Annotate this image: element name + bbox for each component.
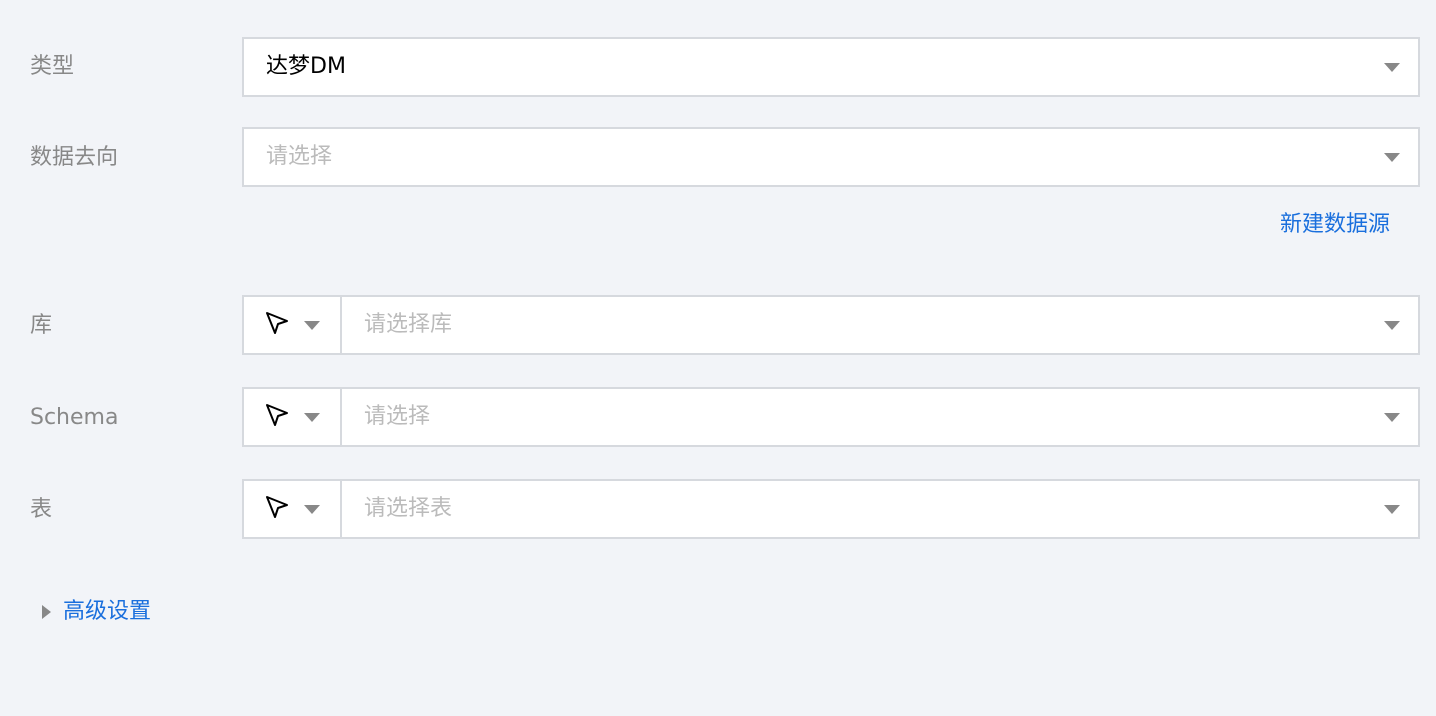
database-select-placeholder: 请选择库 (364, 312, 453, 337)
chevron-down-icon (1384, 152, 1400, 162)
caret-right-icon[interactable] (42, 605, 51, 619)
type-label: 类型 (30, 54, 75, 79)
destination-select[interactable]: 请选择 (242, 127, 1420, 187)
chevron-down-icon (1384, 62, 1400, 72)
new-datasource-link[interactable]: 新建数据源 (1280, 211, 1390, 239)
chevron-down-icon (304, 412, 320, 422)
type-select-value: 达梦DM (266, 54, 346, 79)
table-select[interactable]: 请选择表 (342, 479, 1420, 539)
chevron-down-icon (1384, 504, 1400, 514)
chevron-down-icon (304, 320, 320, 330)
schema-select[interactable]: 请选择 (342, 387, 1420, 447)
chevron-down-icon (304, 504, 320, 514)
schema-mode-select[interactable] (242, 387, 342, 447)
chevron-down-icon (1384, 412, 1400, 422)
cursor-arrow-icon (264, 494, 290, 524)
table-input-group: 请选择表 (242, 479, 1420, 539)
table-select-placeholder: 请选择表 (364, 496, 453, 521)
table-mode-select[interactable] (242, 479, 342, 539)
type-select[interactable]: 达梦DM (242, 37, 1420, 97)
schema-label: Schema (30, 405, 119, 430)
chevron-down-icon (1384, 320, 1400, 330)
destination-select-placeholder: 请选择 (266, 144, 333, 169)
schema-input-group: 请选择 (242, 387, 1420, 447)
schema-select-placeholder: 请选择 (364, 404, 431, 429)
data-destination-form: 类型 达梦DM 数据去向 请选择 新建数据源 库 请选择库 Schema 请选择… (0, 0, 1436, 716)
destination-label: 数据去向 (30, 145, 119, 170)
cursor-arrow-icon (264, 310, 290, 340)
database-label: 库 (30, 313, 53, 338)
database-select[interactable]: 请选择库 (342, 295, 1420, 355)
cursor-arrow-icon (264, 402, 290, 432)
database-input-group: 请选择库 (242, 295, 1420, 355)
database-mode-select[interactable] (242, 295, 342, 355)
advanced-settings-toggle[interactable]: 高级设置 (63, 598, 151, 626)
table-label: 表 (30, 497, 53, 522)
